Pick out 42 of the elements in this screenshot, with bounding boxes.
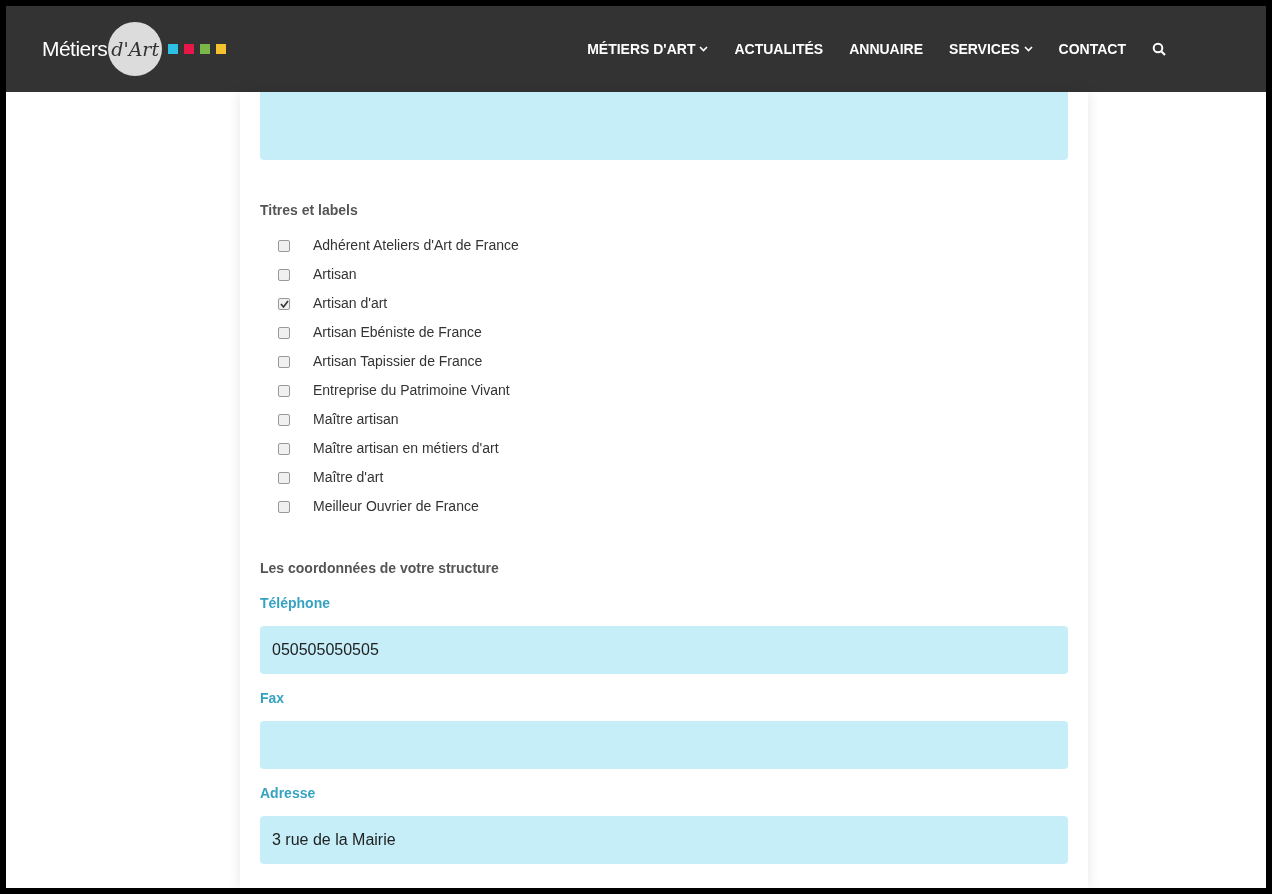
checkbox-label: Maître artisan [313,410,399,429]
nav-link[interactable]: ANNUAIRE [849,38,924,60]
logo-script: d'Art [108,22,163,76]
checkbox-label: Artisan Tapissier de France [313,352,483,371]
logo[interactable]: Métiers d'Art [42,22,227,76]
input-field[interactable]: 050505050505 [260,626,1068,674]
input-field[interactable] [260,721,1068,769]
checkbox-label: Artisan d'art [313,294,388,313]
checkbox[interactable] [278,268,290,281]
checkbox-label: Entreprise du Patrimoine Vivant [313,381,510,400]
nav-link[interactable]: SERVICES [949,38,1033,60]
checkmark-icon [279,299,289,308]
checkbox-label: Meilleur Ouvrier de France [313,497,479,516]
checkbox[interactable] [278,500,290,513]
colored-squares-icon [168,44,227,54]
section-heading: Les coordonnées de votre structure [260,559,500,578]
checkbox[interactable] [278,384,290,397]
checkbox[interactable] [278,326,290,339]
field-label: Adresse [260,784,317,803]
nav-link[interactable]: MÉTIERS D'ART [587,38,709,60]
checkbox[interactable] [278,239,290,252]
checkbox-label: Adhérent Ateliers d'Art de France [313,236,519,255]
search-icon[interactable] [1152,42,1166,56]
checkbox[interactable] [278,471,290,484]
chevron-down-icon [699,46,709,52]
checkbox[interactable] [278,297,290,310]
checkbox-label: Maître d'art [313,468,384,487]
input-field[interactable]: 3 rue de la Mairie [260,816,1068,864]
chevron-down-icon [1023,46,1033,52]
nav-link[interactable]: CONTACT [1058,38,1126,60]
checkbox-label: Artisan Ebéniste de France [313,323,482,342]
field-label: Téléphone [260,594,331,613]
nav-link[interactable]: ACTUALITÉS [734,38,824,60]
checkbox-label: Artisan [313,265,357,284]
textarea-field[interactable] [260,92,1068,160]
field-label: Fax [260,689,286,708]
checkbox[interactable] [278,413,290,426]
logo-word: Métiers [42,36,108,63]
section-heading: Titres et labels [260,201,359,220]
checkbox-label: Maître artisan en métiers d'art [313,439,499,458]
checkbox[interactable] [278,442,290,455]
checkbox[interactable] [278,355,290,368]
